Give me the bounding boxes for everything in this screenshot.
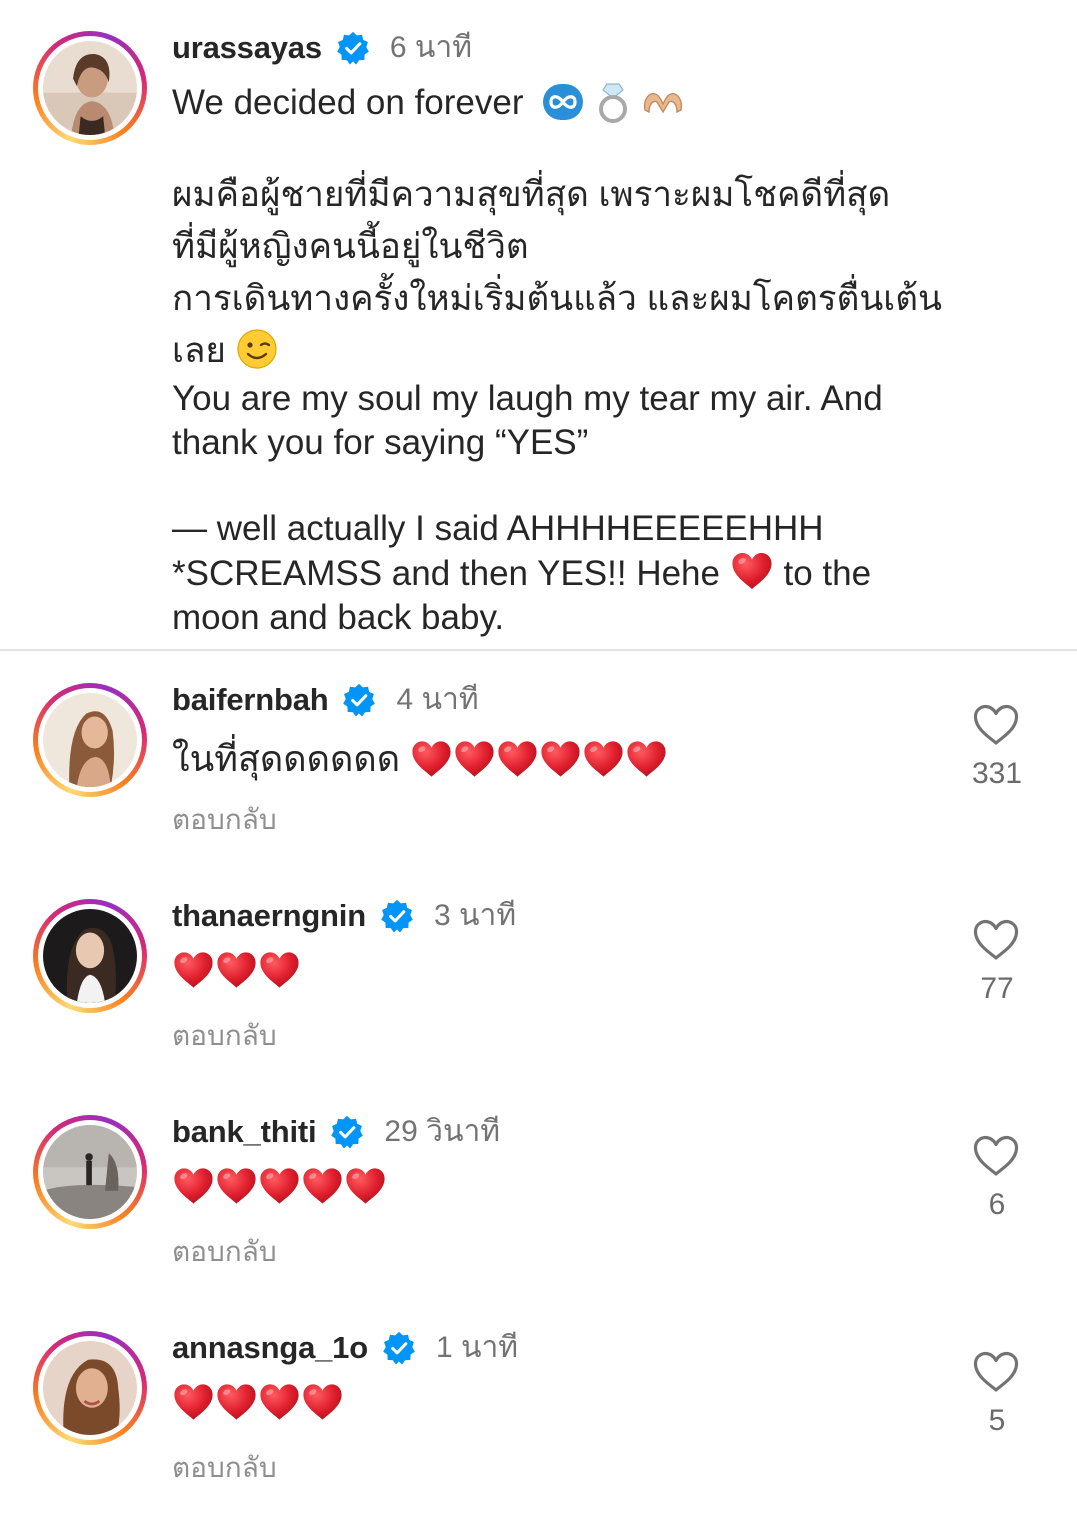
infinity-emoji-icon <box>541 82 585 122</box>
red-heart-emoji-icon <box>539 739 582 779</box>
comment-item: thanaerngnin 3 นาที ตอบกลับ 77 <box>0 876 1077 1092</box>
red-heart-emoji-icon <box>215 1166 258 1206</box>
verified-badge-icon <box>342 683 376 717</box>
like-count: 5 <box>988 1404 1006 1437</box>
post-caption: urassayas 6 นาที We decided on forever ผ… <box>0 0 1077 650</box>
post-time: 6 นาที <box>389 31 473 64</box>
caption-line-text: to the <box>783 554 872 593</box>
comment-header: bank_thiti 29 วินาที <box>172 1108 500 1155</box>
comment-username[interactable]: bank_thiti <box>172 1114 317 1150</box>
comment-text: ในที่สุดดดดดด <box>172 730 668 787</box>
caption-line: *SCREAMSS and then YES!! Hehe to the <box>172 551 972 596</box>
like-count: 77 <box>980 972 1014 1005</box>
caption-divider <box>0 649 1077 651</box>
comment-text <box>172 1382 344 1422</box>
caption-blank <box>172 125 972 169</box>
heart-emojis <box>172 1166 387 1206</box>
red-heart-emoji-icon <box>625 739 668 779</box>
caption-line: — well actually I said AHHHHEEEEEHHH <box>172 509 824 548</box>
comment-text-value: ในที่สุดดดดดด <box>172 738 401 779</box>
red-heart-emoji-icon <box>301 1382 344 1422</box>
red-heart-emoji-icon <box>258 1382 301 1422</box>
reply-button[interactable]: ตอบกลับ <box>172 1446 277 1490</box>
caption-text: We decided on forever ผมคือผู้ชายที่มีคว… <box>172 80 972 640</box>
red-heart-emoji-icon <box>258 1166 301 1206</box>
verified-badge-icon <box>336 31 370 65</box>
caption-line: เลย <box>172 325 972 377</box>
caption-line: thank you for saying “YES” <box>172 423 589 462</box>
post-header: urassayas 6 นาที <box>172 24 472 71</box>
avatar-photo <box>43 1125 137 1219</box>
avatar-photo <box>43 1341 137 1435</box>
avatar-commenter[interactable] <box>33 1331 147 1445</box>
red-heart-emoji-icon <box>258 950 301 990</box>
verified-badge-icon <box>382 1331 416 1365</box>
avatar-photo <box>43 41 137 135</box>
red-heart-emoji-icon <box>215 1382 258 1422</box>
wink-emoji-icon <box>236 328 278 370</box>
heart-outline-icon[interactable] <box>972 1350 1020 1394</box>
red-heart-emoji-icon <box>496 739 539 779</box>
heart-outline-icon[interactable] <box>972 918 1020 962</box>
comment-header: annasnga_1o 1 นาที <box>172 1324 518 1371</box>
ring-emoji-icon <box>595 80 631 124</box>
heart-emojis <box>172 1382 344 1422</box>
avatar-commenter[interactable] <box>33 683 147 797</box>
reply-button[interactable]: ตอบกลับ <box>172 1014 277 1058</box>
verified-badge-icon <box>330 1115 364 1149</box>
avatar-photo <box>43 909 137 1003</box>
caption-line-text: เลย <box>172 331 226 370</box>
caption-line: moon and back baby. <box>172 598 505 637</box>
comment-text <box>172 1166 387 1206</box>
red-heart-emoji-icon <box>453 739 496 779</box>
avatar-commenter[interactable] <box>33 899 147 1013</box>
red-heart-emoji-icon <box>172 950 215 990</box>
caption-line: You are my soul my laugh my tear my air.… <box>172 379 883 418</box>
red-heart-emoji-icon <box>172 1382 215 1422</box>
caption-line: ที่มีผู้หญิงคนนี้อยู่ในชีวิต <box>172 227 529 266</box>
comment-time: 1 นาที <box>435 1331 519 1364</box>
red-heart-emoji-icon <box>172 1166 215 1206</box>
avatar-photo <box>43 693 137 787</box>
comment-username[interactable]: thanaerngnin <box>172 898 366 934</box>
heart-outline-icon[interactable] <box>972 1134 1020 1178</box>
red-heart-emoji-icon <box>215 950 258 990</box>
heart-outline-icon[interactable] <box>972 703 1020 747</box>
red-heart-emoji-icon <box>730 551 774 591</box>
red-heart-emoji-icon <box>301 1166 344 1206</box>
heart-hands-emoji-icon <box>641 82 685 122</box>
comment-username[interactable]: baifernbah <box>172 682 329 718</box>
like-count: 6 <box>988 1188 1006 1221</box>
comment-item: annasnga_1o 1 นาที ตอบกลับ 5 <box>0 1308 1077 1521</box>
avatar-commenter[interactable] <box>33 1115 147 1229</box>
red-heart-emoji-icon <box>410 739 453 779</box>
comment-username[interactable]: annasnga_1o <box>172 1330 368 1366</box>
caption-line-text: We decided on forever <box>172 83 524 122</box>
heart-emojis <box>172 950 301 990</box>
red-heart-emoji-icon <box>344 1166 387 1206</box>
comment-item: baifernbah 4 นาที ในที่สุดดดดดด ตอบกลับ … <box>0 660 1077 876</box>
like-count: 331 <box>971 757 1023 790</box>
caption-line: ผมคือผู้ชายที่มีความสุขที่สุด เพราะผมโชค… <box>172 175 891 214</box>
caption-line: We decided on forever <box>172 80 972 125</box>
reply-button[interactable]: ตอบกลับ <box>172 798 277 842</box>
caption-line: การเดินทางครั้งใหม่เริ่มต้นแล้ว และผมโคต… <box>172 279 942 318</box>
verified-badge-icon <box>380 899 414 933</box>
caption-blank <box>172 465 972 507</box>
caption-line-text: *SCREAMSS and then YES!! Hehe <box>172 554 720 593</box>
red-heart-emoji-icon <box>582 739 625 779</box>
comment-time: 29 วินาที <box>384 1115 501 1148</box>
comment-header: thanaerngnin 3 นาที <box>172 892 516 939</box>
comment-item: bank_thiti 29 วินาที ตอบกลับ 6 <box>0 1092 1077 1308</box>
reply-button[interactable]: ตอบกลับ <box>172 1230 277 1274</box>
post-username[interactable]: urassayas <box>172 30 322 66</box>
comment-header: baifernbah 4 นาที <box>172 676 479 723</box>
heart-emojis <box>410 739 668 779</box>
comment-time: 4 นาที <box>396 683 479 716</box>
comment-text <box>172 950 301 990</box>
avatar-post-author[interactable] <box>33 31 147 145</box>
comment-time: 3 นาที <box>433 899 517 932</box>
